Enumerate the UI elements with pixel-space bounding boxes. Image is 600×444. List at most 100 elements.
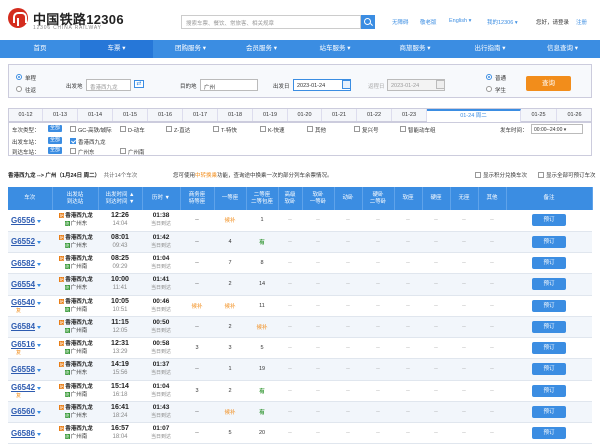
search-button[interactable]: 查询 xyxy=(526,76,571,91)
type-checkbox[interactable] xyxy=(166,126,172,132)
train-number-link[interactable]: G6558 xyxy=(11,365,35,374)
nav-tickets[interactable]: 车票 ▾ xyxy=(80,40,153,58)
train-number-link[interactable]: G6542 xyxy=(11,383,35,392)
nav-home[interactable]: 首页 xyxy=(0,40,80,58)
search-icon[interactable] xyxy=(361,15,375,29)
first-class-cell[interactable]: 3 xyxy=(214,337,246,360)
first-class-cell[interactable]: 4 xyxy=(214,231,246,254)
business-seat-cell[interactable]: -- xyxy=(180,422,214,444)
global-search-input[interactable]: 搜索车票、餐饮、常旅客、相关规章 xyxy=(181,15,361,29)
second-class-cell[interactable]: 14 xyxy=(246,273,278,296)
all-depart-stations-button[interactable]: 全部 xyxy=(48,137,63,144)
nav-guide[interactable]: 出行指南 ▾ xyxy=(455,40,525,58)
date-tab[interactable]: 01-18 xyxy=(218,109,253,121)
type-checkbox[interactable] xyxy=(354,126,360,132)
date-tab[interactable]: 01-22 xyxy=(357,109,392,121)
book-button[interactable]: 预订 xyxy=(532,214,566,227)
expand-stops-icon[interactable] xyxy=(37,411,42,415)
expand-stops-icon[interactable] xyxy=(37,241,42,245)
language-link[interactable]: English ▾ xyxy=(449,18,471,24)
date-tab[interactable]: 01-17 xyxy=(183,109,218,121)
first-class-cell[interactable]: 候补 xyxy=(214,401,246,424)
second-class-cell[interactable]: 1 xyxy=(246,210,278,232)
date-tab[interactable]: 01-21 xyxy=(322,109,357,121)
first-class-cell[interactable]: 候补 xyxy=(214,210,246,232)
first-class-cell[interactable]: 2 xyxy=(214,273,246,296)
accessibility-link[interactable]: 无障碍 xyxy=(392,18,409,26)
train-number-link[interactable]: G6554 xyxy=(11,280,35,289)
train-number-link[interactable]: G6556 xyxy=(11,216,35,225)
book-button[interactable]: 预订 xyxy=(532,342,566,355)
second-class-cell[interactable]: 8 xyxy=(246,252,278,275)
swap-icon[interactable]: ⇄ xyxy=(134,80,144,88)
nav-group[interactable]: 团购服务 ▾ xyxy=(153,40,228,58)
date-tab-selected[interactable]: 01-24 周二 xyxy=(427,109,521,122)
depart-time-select[interactable]: 00:00--24:00 ▾ xyxy=(531,124,583,134)
expand-stops-icon[interactable] xyxy=(37,326,42,330)
column-header[interactable]: 历时 ▼ xyxy=(142,187,181,210)
train-number-link[interactable]: G6552 xyxy=(11,237,35,246)
nav-member[interactable]: 会员服务 ▾ xyxy=(228,40,295,58)
book-button[interactable]: 预订 xyxy=(532,320,566,333)
train-number-link[interactable]: G6516 xyxy=(11,340,35,349)
date-tab[interactable]: 01-15 xyxy=(113,109,148,121)
first-class-cell[interactable]: 5 xyxy=(214,422,246,444)
train-number-link[interactable]: G6540 xyxy=(11,298,35,307)
business-seat-cell[interactable]: 候补 xyxy=(180,295,214,317)
book-button[interactable]: 预订 xyxy=(532,384,566,397)
date-tab[interactable]: 01-16 xyxy=(148,109,183,121)
type-checkbox[interactable] xyxy=(70,126,76,132)
second-class-cell[interactable]: 有 xyxy=(246,380,278,402)
railway-logo-icon[interactable] xyxy=(8,8,28,28)
second-class-cell[interactable]: 11 xyxy=(246,295,278,317)
all-types-button[interactable]: 全部 xyxy=(48,125,63,132)
second-class-cell[interactable]: 19 xyxy=(246,358,278,381)
book-button[interactable]: 预订 xyxy=(532,235,566,248)
station-checkbox[interactable] xyxy=(70,138,76,144)
business-seat-cell[interactable]: -- xyxy=(180,273,214,296)
round-trip-radio[interactable] xyxy=(16,86,22,92)
register-link[interactable]: 注册 xyxy=(576,18,587,26)
business-seat-cell[interactable]: -- xyxy=(180,210,214,232)
student-radio[interactable] xyxy=(486,86,492,92)
adult-radio[interactable] xyxy=(486,74,492,80)
type-checkbox[interactable] xyxy=(400,126,406,132)
book-button[interactable]: 预订 xyxy=(532,278,566,291)
second-class-cell[interactable]: 候补 xyxy=(246,316,278,339)
login-link[interactable]: 您好，请登录 xyxy=(536,18,569,26)
type-checkbox[interactable] xyxy=(307,126,313,132)
expand-stops-icon[interactable] xyxy=(37,344,42,348)
expand-stops-icon[interactable] xyxy=(37,368,42,372)
date-tab[interactable]: 01-19 xyxy=(253,109,288,121)
transfer-link[interactable]: 中转换乘 xyxy=(195,173,217,179)
business-seat-cell[interactable]: 3 xyxy=(180,337,214,360)
business-seat-cell[interactable]: -- xyxy=(180,316,214,339)
business-seat-cell[interactable]: -- xyxy=(180,401,214,424)
business-seat-cell[interactable]: 3 xyxy=(180,380,214,402)
date-tab[interactable]: 01-20 xyxy=(288,109,322,121)
type-checkbox[interactable] xyxy=(120,126,126,132)
date-tab[interactable]: 01-23 xyxy=(392,109,427,121)
points-trains-checkbox[interactable] xyxy=(475,172,481,178)
second-class-cell[interactable]: 5 xyxy=(246,337,278,360)
bookable-only-checkbox[interactable] xyxy=(538,172,544,178)
first-class-cell[interactable]: 2 xyxy=(214,316,246,339)
date-tab[interactable]: 01-13 xyxy=(43,109,78,121)
book-button[interactable]: 预订 xyxy=(532,405,566,418)
business-seat-cell[interactable]: -- xyxy=(180,231,214,254)
station-checkbox[interactable] xyxy=(120,148,126,154)
my-12306-link[interactable]: 我的12306 ▾ xyxy=(487,18,518,26)
train-number-link[interactable]: G6584 xyxy=(11,322,35,331)
expand-stops-icon[interactable] xyxy=(37,386,42,390)
all-arrive-stations-button[interactable]: 全部 xyxy=(48,147,63,154)
date-tab[interactable]: 01-26 xyxy=(557,109,592,121)
nav-info[interactable]: 信息查询 ▾ xyxy=(525,40,600,58)
first-class-cell[interactable]: 候补 xyxy=(214,295,246,317)
date-tab[interactable]: 01-14 xyxy=(78,109,113,121)
one-way-radio[interactable] xyxy=(16,74,22,80)
train-number-link[interactable]: G6582 xyxy=(11,259,35,268)
expand-stops-icon[interactable] xyxy=(37,219,42,223)
second-class-cell[interactable]: 20 xyxy=(246,422,278,444)
train-number-link[interactable]: G6560 xyxy=(11,407,35,416)
expand-stops-icon[interactable] xyxy=(37,301,42,305)
